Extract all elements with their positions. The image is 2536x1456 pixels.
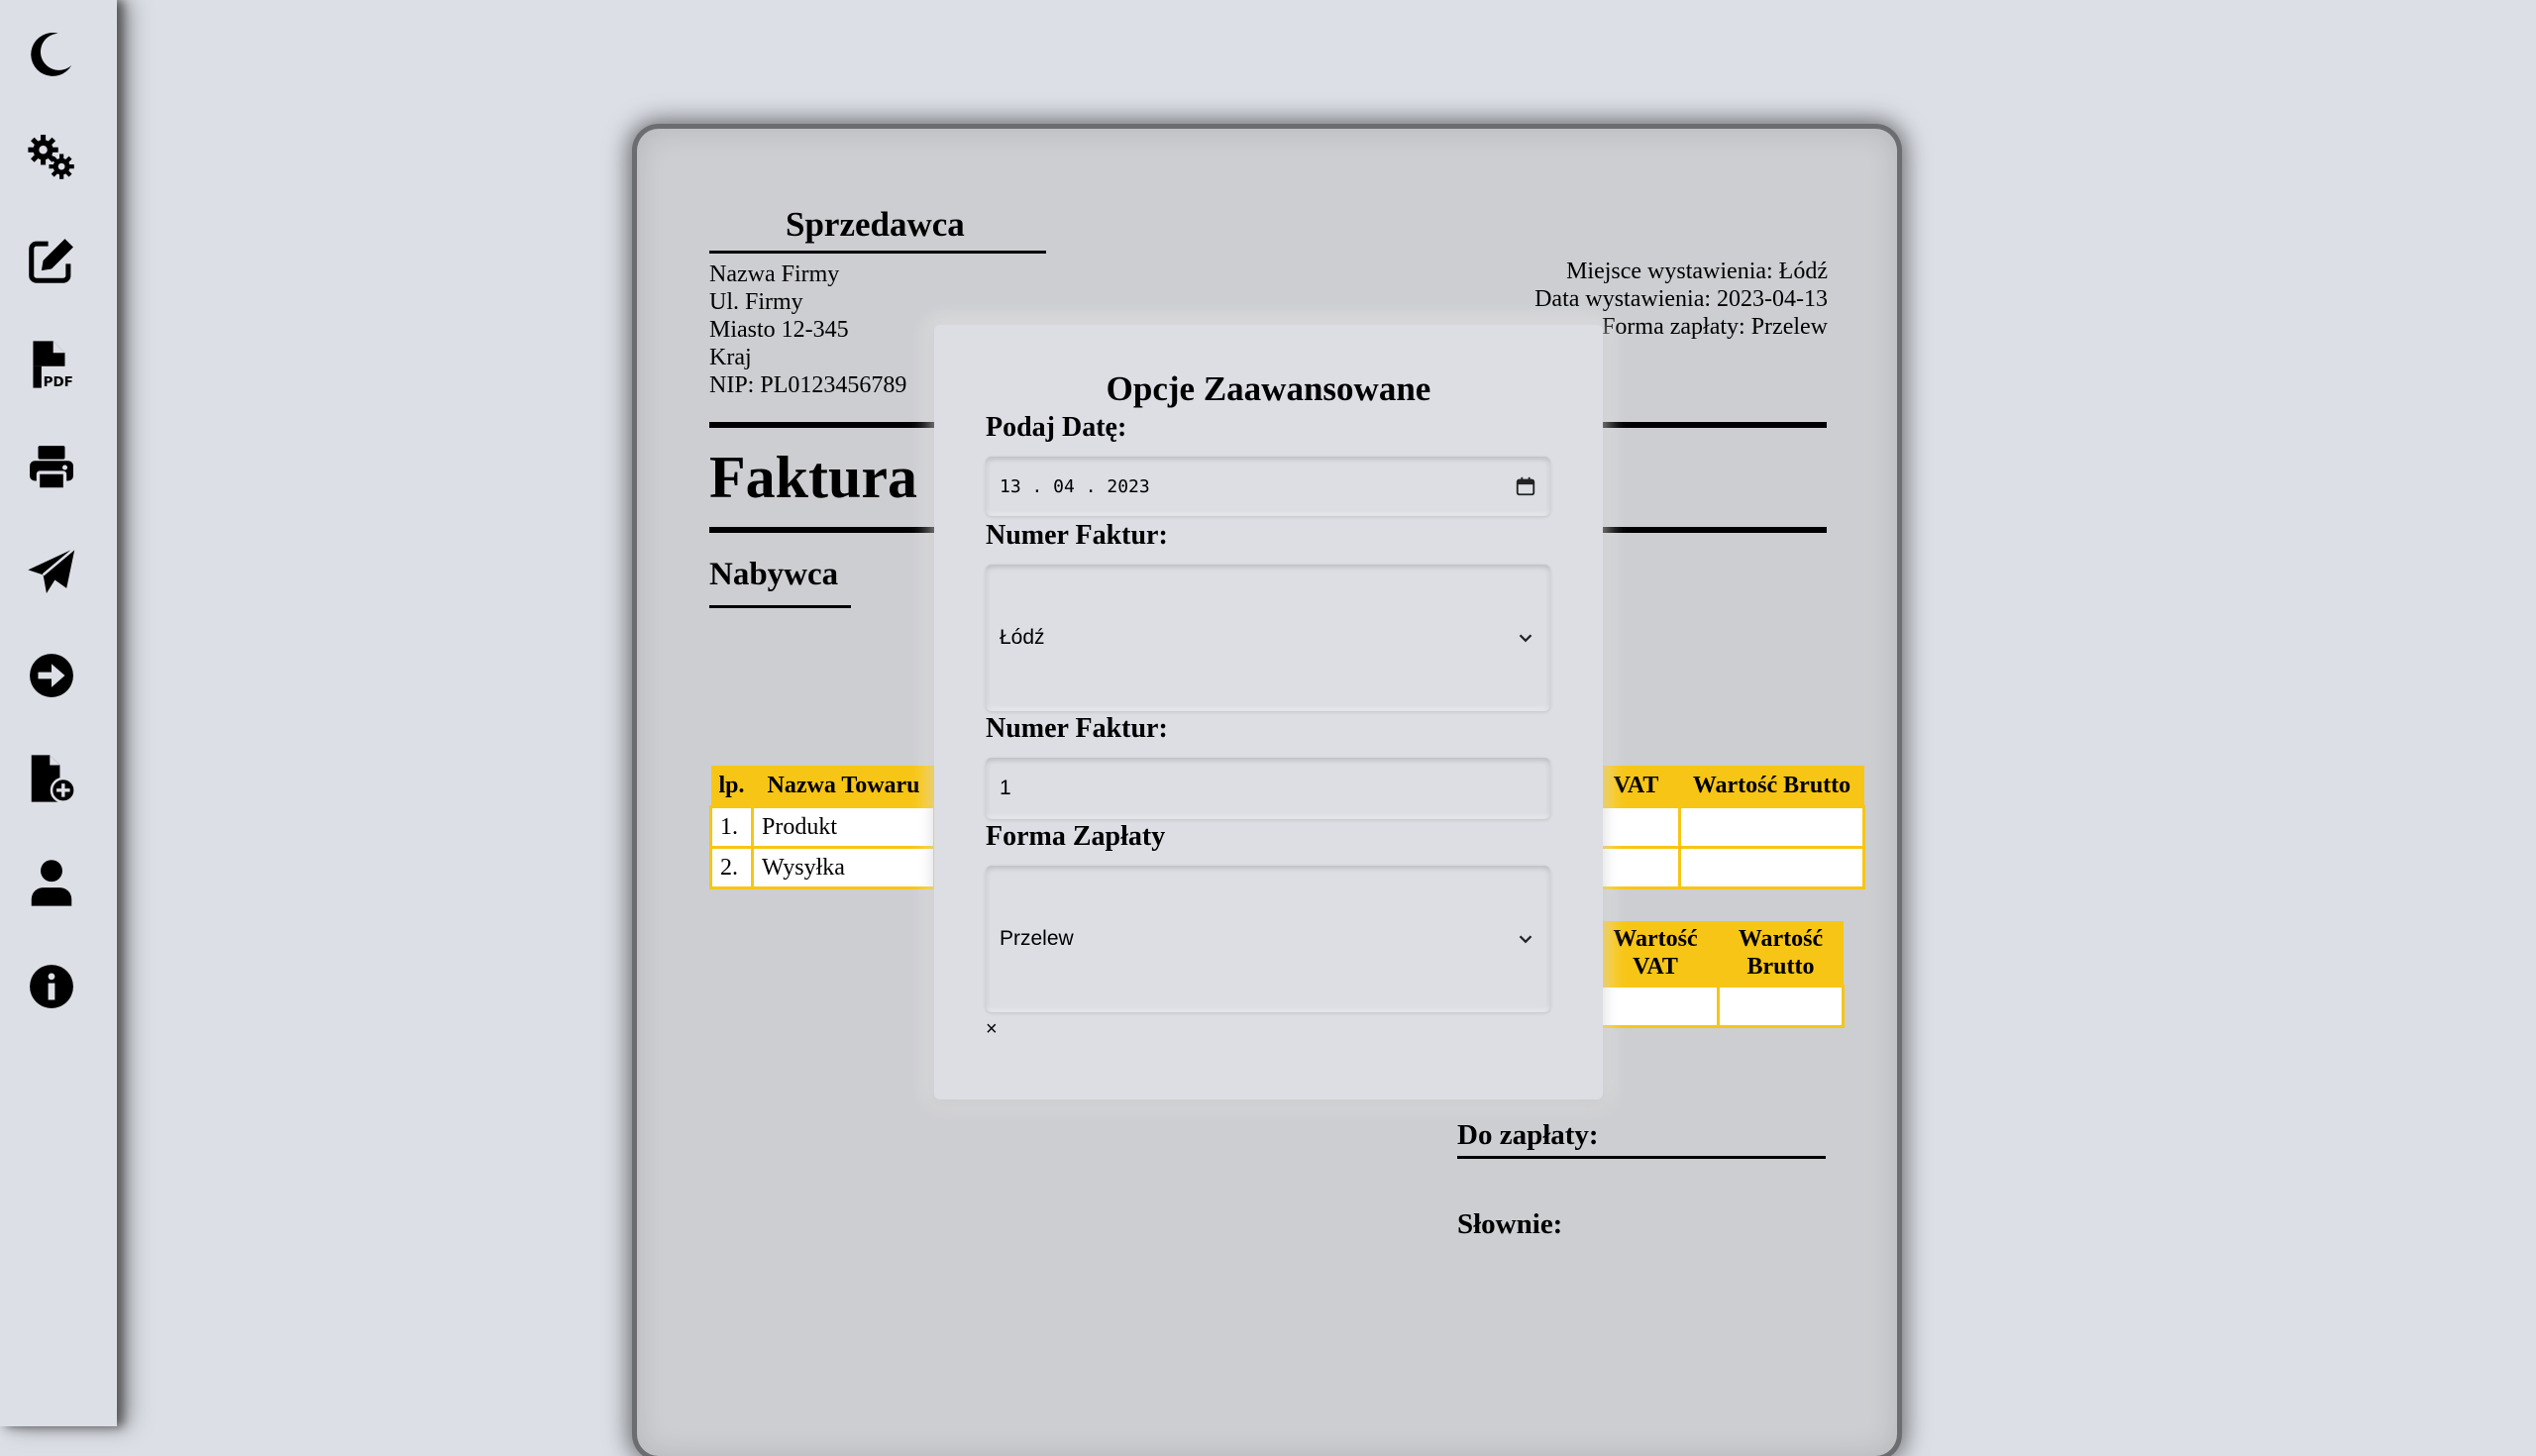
cell-gross[interactable] [1678,805,1865,849]
date-value: 13 . 04 . 2023 [1000,475,1150,497]
cell-vat-value[interactable] [1591,985,1720,1028]
info-icon [30,965,73,1008]
table-row: 2. Wysyłka [708,846,937,889]
arrow-circle-right-icon [30,654,73,697]
paper-plane-icon [28,547,76,593]
col-header-name: Nazwa Towaru [752,766,935,807]
cell-gross[interactable] [1678,846,1865,889]
buyer-title: Nabywca [709,557,839,592]
invoice-number-input[interactable]: 1 [986,758,1550,819]
advanced-options-modal: Opcje Zaawansowane Podaj Datę: 13 . 04 .… [934,325,1603,1099]
settings-button[interactable] [0,117,103,196]
table-row [1591,846,1865,889]
seller-line: Ul. Firmy [709,289,803,315]
seller-title: Sprzedawca [786,205,965,244]
seller-line: Miasto 12-345 [709,317,849,343]
items-table-header: lp. Nazwa Towaru [710,766,935,807]
date-input[interactable]: 13 . 04 . 2023 [986,457,1550,516]
close-button[interactable]: × [986,1018,998,1041]
print-button[interactable] [0,428,103,507]
file-pdf-icon: PDF [33,341,73,390]
place-select-label: Numer Faktur: [986,520,1168,551]
in-words-label: Słownie: [1457,1208,1563,1240]
to-pay-underline [1457,1156,1826,1159]
issue-place: Miejsce wystawienia: Łódź [1566,259,1828,284]
modal-title: Opcje Zaawansowane [1106,369,1431,408]
theme-toggle-button[interactable] [0,14,103,93]
summary-table: Wartość VAT Wartość Brutto [1591,921,1845,1028]
place-select-value: Łódź [1000,626,1045,649]
edit-button[interactable] [0,221,103,300]
info-button[interactable] [0,947,103,1026]
edit-icon [29,239,73,283]
chevron-down-icon [1519,634,1532,643]
table-row [1591,805,1865,849]
table-row [1591,985,1845,1028]
new-invoice-button[interactable] [0,739,103,818]
cell-name[interactable]: Wysyłka [751,846,937,889]
file-plus-icon [31,755,76,803]
seller-underline [709,251,1046,254]
col-header-gross: Wartość Brutto [1679,766,1864,807]
issue-date: Data wystawienia: 2023-04-13 [1534,286,1828,312]
col-header-lp: lp. [710,766,753,807]
cell-vat[interactable] [1591,846,1681,889]
moon-icon [31,33,72,76]
to-pay-label: Do zapłaty: [1457,1119,1599,1151]
summary-table-header: Wartość VAT Wartość Brutto [1592,921,1844,987]
items-table-header: VAT Wartość Brutto [1592,766,1864,807]
col-header-vat-value: Wartość VAT [1592,921,1719,987]
payment-select[interactable]: Przelew [986,866,1550,1012]
invoice-number-value: 1 [1000,777,1011,799]
seller-details: Nazwa Firmy Ul. Firmy Miasto 12-345 Kraj… [709,260,906,399]
place-select[interactable]: Łódź [986,565,1550,711]
col-header-gross-value: Wartość Brutto [1718,921,1844,987]
account-button[interactable] [0,843,103,922]
cell-gross-value[interactable] [1717,985,1845,1028]
chevron-down-icon [1519,935,1532,944]
seller-line: Nazwa Firmy [709,261,840,287]
svg-text:PDF: PDF [44,374,73,390]
cell-vat[interactable] [1591,805,1681,849]
cell-lp: 2. [708,846,755,889]
pdf-button[interactable]: PDF [0,325,103,404]
print-icon [30,446,73,491]
seller-line: Kraj [709,345,752,370]
buyer-underline [709,605,851,608]
seller-line: NIP: PL0123456789 [709,372,907,398]
next-button[interactable] [0,636,103,715]
table-row: 1. Produkt [708,805,937,849]
cell-lp: 1. [708,805,755,849]
items-table: lp. Nazwa Towaru 1. Produkt 2. Wysyłka [708,766,937,889]
items-table-right: VAT Wartość Brutto [1591,766,1865,889]
payment-label: Forma Zapłaty [986,821,1166,852]
user-icon [31,860,72,906]
payment-select-value: Przelew [1000,927,1074,950]
col-header-vat: VAT [1592,766,1680,807]
number-label: Numer Faktur: [986,713,1168,744]
sidebar: PDF [0,0,117,1426]
calendar-icon[interactable] [1515,475,1536,497]
gears-icon [28,135,74,179]
send-button[interactable] [0,532,103,611]
cell-name[interactable]: Produkt [751,805,937,849]
date-label: Podaj Datę: [986,412,1127,443]
invoice-title: Faktura [709,445,917,510]
